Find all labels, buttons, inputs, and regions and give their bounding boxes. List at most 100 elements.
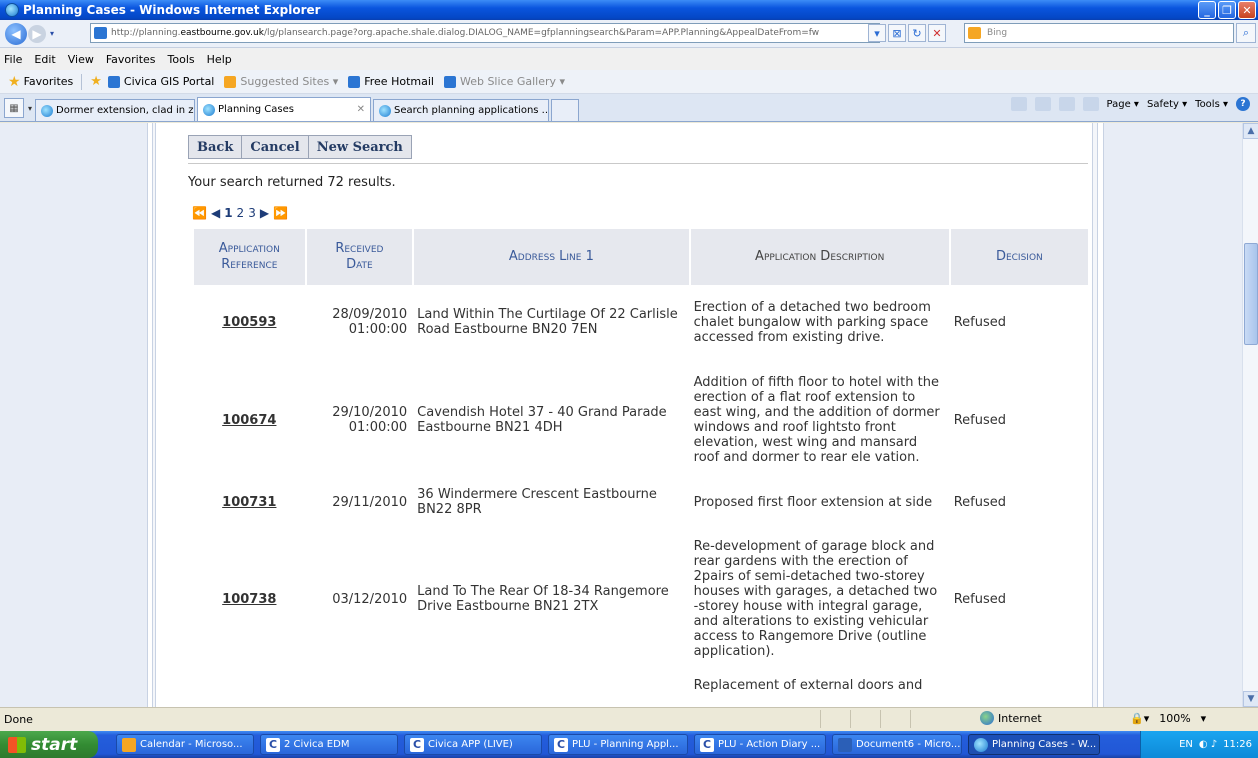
menu-favorites[interactable]: Favorites xyxy=(106,53,156,66)
taskbar-item-label: PLU - Planning Appl... xyxy=(572,739,679,750)
col-header-reference[interactable]: Application Reference xyxy=(192,229,306,285)
menu-file[interactable]: File xyxy=(4,53,22,66)
address-cell: Land To The Rear Of 18-34 Rangemore Driv… xyxy=(417,584,669,614)
menu-tools[interactable]: Tools xyxy=(168,53,195,66)
cancel-button[interactable]: Cancel xyxy=(241,135,308,159)
page-menu[interactable]: Page ▾ xyxy=(1107,99,1139,110)
taskbar-item-calendar[interactable]: Calendar - Microso... xyxy=(116,734,254,755)
vertical-scrollbar[interactable]: ▲ ▼ xyxy=(1242,123,1258,707)
close-button[interactable]: ✕ xyxy=(1238,1,1256,19)
page-link-2[interactable]: 2 xyxy=(237,206,245,220)
zoom-control[interactable]: 🔒▾ 100% ▾ xyxy=(1130,712,1206,725)
tab-dormer-extension[interactable]: Dormer extension, clad in zin... xyxy=(35,99,196,121)
left-margin xyxy=(0,123,148,707)
page-link-3[interactable]: 3 xyxy=(248,206,256,220)
fav-link-web-slice-gallery[interactable]: Web Slice Gallery ▾ xyxy=(443,75,566,88)
taskbar-item-civica-edm[interactable]: C 2 Civica EDM xyxy=(260,734,398,755)
stop-icon[interactable]: ✕ xyxy=(928,24,946,42)
print-icon[interactable] xyxy=(1082,97,1099,111)
table-row: 100738 03/12/2010 Land To The Rear Of 18… xyxy=(193,523,1088,675)
scroll-up-icon[interactable]: ▲ xyxy=(1243,123,1258,139)
description-cell: Addition of fifth floor to hotel with th… xyxy=(693,375,940,465)
taskbar-item-plu-action-diary[interactable]: C PLU - Action Diary ... xyxy=(694,734,826,755)
left-border xyxy=(152,123,156,707)
table-header-row: Application Reference Received Date Addres… xyxy=(192,229,1088,285)
fav-link-civica-gis[interactable]: Civica GIS Portal xyxy=(107,75,214,88)
scroll-thumb[interactable] xyxy=(1244,243,1258,345)
help-icon[interactable]: ? xyxy=(1236,97,1250,111)
page-link-1[interactable]: 1 xyxy=(224,206,232,220)
favorites-button[interactable]: Favorites xyxy=(24,75,74,88)
application-ref-link[interactable]: 100593 xyxy=(222,315,276,330)
restore-button[interactable]: ❐ xyxy=(1218,1,1236,19)
description-cell: Erection of a detached two bedroom chale… xyxy=(693,299,931,345)
address-dropdown-icon[interactable]: ▾ xyxy=(868,24,886,42)
taskbar-item-civica-app[interactable]: C Civica APP (LIVE) xyxy=(404,734,542,755)
application-ref-link[interactable]: 100674 xyxy=(222,413,276,428)
language-indicator[interactable]: EN xyxy=(1179,739,1193,750)
first-page-icon[interactable]: ⏪ xyxy=(192,206,207,220)
results-table: Application Reference Received Date Addres… xyxy=(192,229,1088,696)
tray-icons[interactable]: ◐ ♪ xyxy=(1199,739,1217,750)
tab-planning-cases[interactable]: Planning Cases ✕ xyxy=(197,97,372,121)
menu-edit[interactable]: Edit xyxy=(34,53,55,66)
new-tab-button[interactable] xyxy=(551,99,580,121)
feeds-icon[interactable] xyxy=(1034,97,1051,111)
protected-mode-icon[interactable]: 🔒▾ xyxy=(1130,712,1149,725)
forward-nav-button[interactable]: ▶ xyxy=(28,24,46,43)
decision-cell: Refused xyxy=(953,591,1007,607)
search-icon[interactable]: ⌕ xyxy=(1236,23,1256,43)
fav-link-suggested-sites[interactable]: Suggested Sites ▾ xyxy=(224,75,338,88)
col-header-received-date[interactable]: Received Date xyxy=(304,229,414,285)
next-page-icon[interactable]: ▶ xyxy=(260,206,269,220)
taskbar-item-document6[interactable]: Document6 - Micro... xyxy=(832,734,962,755)
outlook-icon xyxy=(122,737,136,752)
menu-view[interactable]: View xyxy=(68,53,94,66)
fav-link-label: Web Slice Gallery ▾ xyxy=(459,75,566,88)
compat-view-icon[interactable]: ⊠ xyxy=(888,24,906,42)
ie-page-icon xyxy=(107,75,120,88)
search-input[interactable]: Bing xyxy=(964,23,1234,43)
safety-menu[interactable]: Safety ▾ xyxy=(1147,99,1187,110)
col-header-decision[interactable]: Decision xyxy=(948,229,1088,285)
refresh-icon[interactable]: ↻ xyxy=(908,24,926,42)
ref-cell: 100674 xyxy=(193,359,306,481)
security-zone[interactable]: Internet xyxy=(980,711,1042,725)
taskbar-item-planning-cases[interactable]: Planning Cases - W... xyxy=(968,734,1100,755)
new-search-button[interactable]: New Search xyxy=(307,135,412,159)
tab-list-dropdown-icon[interactable]: ▾ xyxy=(28,104,32,113)
menu-bar: File Edit View Favorites Tools Help xyxy=(0,48,1258,70)
menu-help[interactable]: Help xyxy=(207,53,232,66)
zoom-level: 100% xyxy=(1159,712,1191,725)
tab-label: Search planning applications ... xyxy=(394,105,550,116)
address-field[interactable]: http://planning.eastbourne.gov.uk/lg/pla… xyxy=(90,23,880,43)
table-row: 100674 29/10/2010 01:00:00 Cavendish Hote… xyxy=(193,359,1088,481)
mail-icon[interactable] xyxy=(1058,97,1075,111)
application-ref-link[interactable]: 100738 xyxy=(222,592,276,607)
zoom-dropdown-icon[interactable]: ▾ xyxy=(1201,712,1207,725)
prev-page-icon[interactable]: ◀ xyxy=(211,206,220,220)
tab-search-planning[interactable]: Search planning applications ... xyxy=(373,99,550,121)
start-button[interactable]: start xyxy=(0,731,98,758)
application-ref-link[interactable]: 100731 xyxy=(222,495,276,510)
back-nav-button[interactable]: ◀ xyxy=(5,22,27,45)
fav-link-free-hotmail[interactable]: Free Hotmail xyxy=(348,75,434,88)
scroll-down-icon[interactable]: ▼ xyxy=(1243,691,1258,707)
back-button[interactable]: Back xyxy=(188,135,242,159)
recent-pages-dropdown-icon[interactable]: ▾ xyxy=(50,29,54,38)
last-page-icon[interactable]: ⏩ xyxy=(273,206,288,220)
minimize-button[interactable]: _ xyxy=(1198,1,1216,19)
fav-link-label: Suggested Sites ▾ xyxy=(240,75,339,88)
date-text: 29/10/2010 xyxy=(332,405,408,420)
civica-icon: C xyxy=(266,737,280,752)
taskbar-item-plu-planning[interactable]: C PLU - Planning Appl... xyxy=(548,734,688,755)
taskbar-item-label: Document6 - Micro... xyxy=(856,739,961,750)
add-favorite-icon[interactable]: ★ xyxy=(90,74,102,89)
ref-cell: 100731 xyxy=(193,481,306,523)
quick-tabs-icon[interactable]: ▦ xyxy=(4,98,24,118)
close-tab-icon[interactable]: ✕ xyxy=(349,104,365,115)
col-header-address[interactable]: Address Line 1 xyxy=(412,229,690,285)
tools-menu[interactable]: Tools ▾ xyxy=(1195,99,1228,110)
home-icon[interactable] xyxy=(1010,97,1027,111)
address-cell xyxy=(413,675,689,696)
